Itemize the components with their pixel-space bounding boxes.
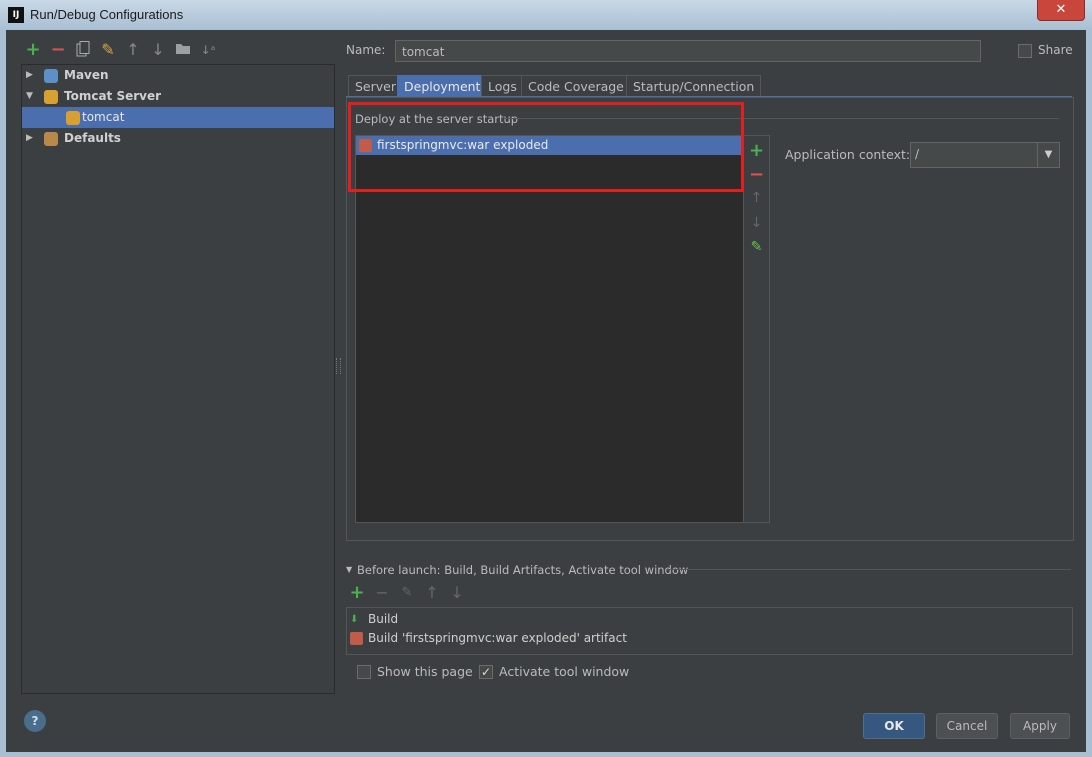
list-item[interactable]: Build 'firstspringmvc:war exploded' arti… [347,629,1072,648]
tree-label-tomcat-server: Tomcat Server [64,89,162,103]
show-page-checkbox[interactable] [357,665,371,679]
build-icon: ⬇ [350,614,359,625]
move-down-icon[interactable]: ↓ [744,215,769,231]
apply-button[interactable]: Apply [1010,713,1070,739]
title-bar: IJ Run/Debug Configurations ✕ [0,0,1092,30]
before-launch-header: Before launch: Build, Build Artifacts, A… [357,563,689,577]
before-launch-item-label: Build 'firstspringmvc:war exploded' arti… [368,631,627,645]
edit-pencil-icon[interactable]: ✎ [744,239,769,255]
artifact-icon [350,632,363,645]
chevron-down-icon[interactable]: ▼ [1037,143,1059,167]
tab-logs[interactable]: Logs [481,75,524,98]
highlight-annotation-box [348,102,744,192]
share-label: Share [1038,43,1073,57]
show-page-label: Show this page [377,664,473,679]
activate-tool-checkbox[interactable]: ✓ [479,665,493,679]
move-down-icon[interactable]: ↓ [448,584,466,602]
list-item[interactable]: ⬇ Build [347,610,1072,629]
section-divider [667,569,1071,570]
dialog-window: IJ Run/Debug Configurations ✕ + − ✎ ↑ ↓ … [0,0,1092,757]
splitter-handle[interactable] [336,358,341,374]
tab-deployment[interactable]: Deployment [397,75,488,98]
copy-icon[interactable] [74,41,92,59]
move-up-icon[interactable]: ↑ [124,41,142,59]
add-icon[interactable]: + [24,41,42,59]
tab-code-coverage[interactable]: Code Coverage [521,75,631,98]
help-button[interactable]: ? [24,710,46,732]
tree-item-defaults[interactable]: ▶ Defaults [22,128,334,149]
expand-arrow-icon[interactable]: ▶ [26,128,33,149]
remove-icon[interactable]: − [744,164,769,185]
add-icon[interactable]: + [348,584,366,602]
wrench-icon[interactable]: ✎ [99,41,117,59]
window-frame-right [1086,30,1092,757]
config-tree: ▶ Maven ▼ Tomcat Server tomcat ▶ Default… [21,64,335,694]
folder-icon[interactable] [174,41,192,59]
window-frame-left [0,30,6,757]
remove-icon[interactable]: − [49,41,67,59]
tree-item-tomcat-server[interactable]: ▼ Tomcat Server [22,86,334,107]
tab-server[interactable]: Server [348,75,403,98]
app-context-combo[interactable]: / ▼ [910,142,1060,168]
expand-arrow-icon[interactable]: ▶ [26,65,33,86]
deploy-side-toolbar: + − ↑ ↓ ✎ [743,135,770,523]
ok-button[interactable]: OK [863,713,925,739]
app-context-label: Application context: [785,147,911,162]
deploy-artifact-list[interactable] [355,135,745,523]
window-title: Run/Debug Configurations [30,7,184,22]
name-label: Name: [346,43,386,57]
move-up-icon[interactable]: ↑ [744,190,769,206]
sort-icon[interactable]: ↓ᵃ [199,41,217,59]
maven-gear-icon [44,69,58,83]
close-button[interactable]: ✕ [1037,0,1085,21]
tree-label-tomcat: tomcat [82,110,125,124]
move-down-icon[interactable]: ↓ [149,41,167,59]
wrench-icon [44,132,58,146]
before-launch-item-label: Build [368,612,399,626]
tree-label-maven: Maven [64,68,109,82]
tomcat-icon [44,90,58,104]
tree-item-tomcat[interactable]: tomcat [22,107,334,128]
remove-icon[interactable]: − [373,584,391,602]
tab-startup-connection[interactable]: Startup/Connection [626,75,762,98]
app-context-value: / [915,147,920,161]
share-checkbox[interactable] [1018,44,1032,58]
tomcat-icon [66,111,80,125]
window-frame-bottom [0,752,1092,757]
tree-item-maven[interactable]: ▶ Maven [22,65,334,86]
collapse-arrow-icon[interactable]: ▼ [346,565,352,574]
app-logo: IJ [8,7,24,23]
tree-label-defaults: Defaults [64,131,121,145]
add-icon[interactable]: + [744,140,769,161]
cancel-button[interactable]: Cancel [936,713,998,739]
before-launch-list: ⬇ Build Build 'firstspringmvc:war explod… [346,607,1073,655]
move-up-icon[interactable]: ↑ [423,584,441,602]
collapse-arrow-icon[interactable]: ▼ [26,86,33,107]
name-input[interactable]: tomcat [395,40,981,62]
edit-pencil-icon[interactable]: ✎ [398,584,416,602]
activate-tool-label: Activate tool window [499,664,630,679]
